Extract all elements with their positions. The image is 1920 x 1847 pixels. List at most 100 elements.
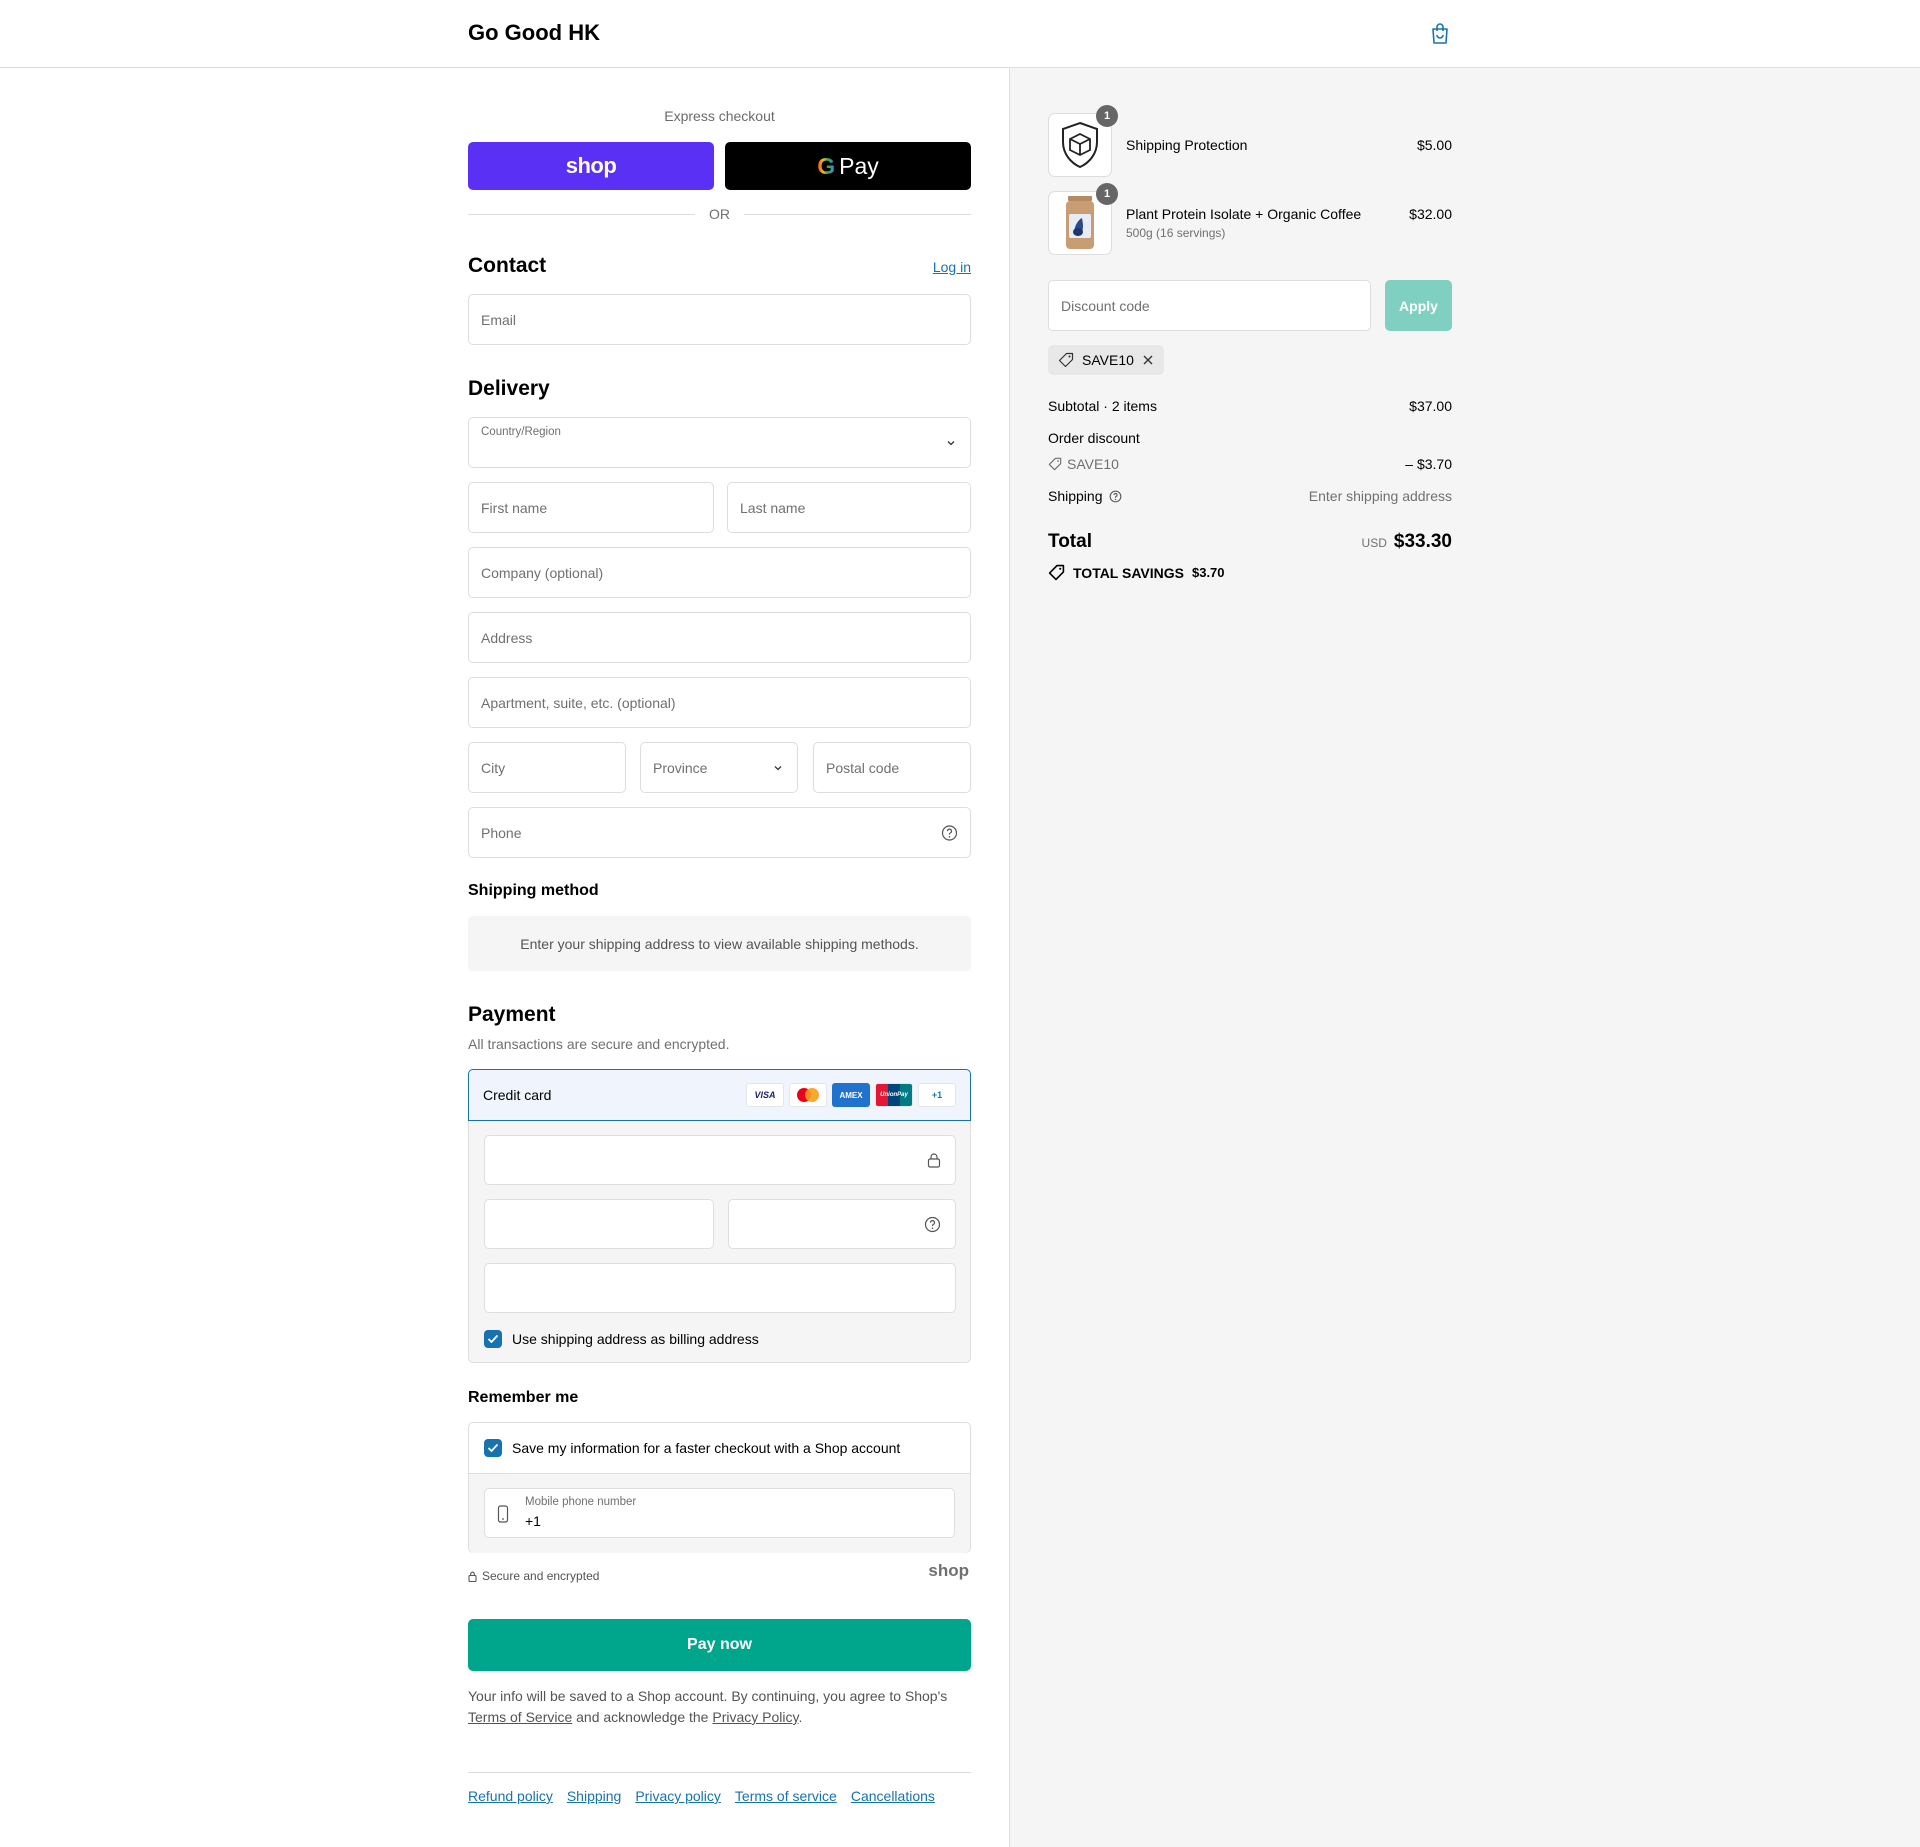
more-cards-badge: +1 — [918, 1083, 956, 1107]
refund-policy-link[interactable]: Refund policy — [468, 1788, 553, 1804]
express-checkout-title: Express checkout — [664, 108, 775, 124]
security-code-field[interactable] — [728, 1199, 956, 1249]
save-info-checkbox[interactable] — [484, 1439, 502, 1457]
tag-icon — [1048, 457, 1062, 471]
expiration-field[interactable] — [484, 1199, 714, 1249]
order-summary-panel — [1009, 68, 1920, 1847]
login-link[interactable]: Log in — [933, 259, 971, 275]
privacy-policy-footer-link[interactable]: Privacy policy — [635, 1788, 721, 1804]
header: Go Good HK — [0, 0, 1920, 68]
help-circle-icon[interactable] — [1109, 490, 1122, 503]
item-name: Shipping Protection — [1126, 137, 1248, 153]
shipping-label: Shipping — [1048, 488, 1103, 504]
discount-value: – $3.70 — [1405, 456, 1452, 472]
shop-account-section: Mobile phone number +1 — [469, 1473, 970, 1553]
delivery-title: Delivery — [468, 377, 550, 400]
contact-title: Contact — [468, 254, 547, 277]
last-name-field[interactable]: Last name — [727, 482, 971, 533]
discount-code-label: SAVE10 — [1067, 456, 1119, 472]
discount-code-row: SAVE10 – $3.70 — [1048, 456, 1452, 472]
amex-icon: AMEX — [832, 1083, 870, 1107]
shield-box-icon — [1062, 121, 1098, 169]
remember-me-box: Save my information for a faster checkou… — [468, 1422, 971, 1553]
credit-card-option[interactable]: Credit card VISA AMEX UnionPay +1 — [468, 1069, 971, 1121]
subtotal-label: Subtotal · 2 items — [1048, 398, 1157, 414]
help-circle-icon[interactable] — [941, 824, 958, 841]
billing-same-checkbox[interactable] — [484, 1330, 502, 1348]
province-select[interactable]: Province — [640, 742, 798, 793]
postal-code-field[interactable]: Postal code — [813, 742, 971, 793]
or-divider: OR — [468, 206, 971, 222]
shipping-method-title: Shipping method — [468, 882, 599, 899]
terms-of-service-link[interactable]: Terms of Service — [468, 1709, 572, 1725]
mastercard-icon — [789, 1083, 827, 1107]
help-circle-icon — [924, 1216, 941, 1233]
country-select[interactable]: Country/Region — [468, 417, 971, 468]
first-name-field[interactable]: First name — [468, 482, 714, 533]
line-item: 1 Shipping Protection $5.00 — [1048, 105, 1452, 177]
unionpay-icon: UnionPay — [875, 1083, 913, 1107]
google-pay-button[interactable]: G Pay — [725, 142, 971, 190]
remember-me-title: Remember me — [468, 1389, 579, 1406]
shipping-value: Enter shipping address — [1308, 488, 1452, 504]
applied-code-label: SAVE10 — [1082, 352, 1134, 368]
shipping-policy-link[interactable]: Shipping — [567, 1788, 622, 1804]
email-field[interactable]: Email — [468, 294, 971, 345]
phone-field[interactable]: Phone — [468, 807, 971, 858]
line-item: 1 Plant Protein Isolate + Organic Coffee… — [1048, 183, 1452, 255]
card-number-field[interactable] — [484, 1135, 956, 1185]
save-info-label: Save my information for a faster checkou… — [512, 1440, 901, 1456]
legal-text: Your info will be saved to a Shop accoun… — [468, 1688, 948, 1725]
lock-icon — [468, 1571, 477, 1582]
save-info-row[interactable]: Save my information for a faster checkou… — [484, 1439, 900, 1457]
cart-icon[interactable] — [1429, 22, 1451, 46]
mobile-phone-label: Mobile phone number — [525, 1496, 637, 1508]
shop-pay-label: shop — [565, 153, 617, 178]
shop-pay-button[interactable]: shop — [468, 142, 714, 190]
company-field[interactable]: Company (optional) — [468, 547, 971, 598]
item-price: $32.00 — [1409, 206, 1452, 222]
terms-of-service-footer-link[interactable]: Terms of service — [735, 1788, 837, 1804]
total-savings-label: TOTAL SAVINGS — [1073, 564, 1184, 581]
billing-same-label: Use shipping address as billing address — [512, 1331, 759, 1347]
item-name: Plant Protein Isolate + Organic Coffee — [1126, 206, 1362, 222]
tag-icon — [1048, 564, 1065, 581]
pay-now-button[interactable]: Pay now — [468, 1619, 971, 1671]
footer-divider — [468, 1772, 971, 1773]
order-discount-label: Order discount — [1048, 430, 1140, 446]
discount-code-field[interactable]: Discount code — [1048, 280, 1371, 331]
tag-icon — [1058, 352, 1074, 368]
billing-same-row[interactable]: Use shipping address as billing address — [484, 1330, 759, 1348]
quantity-badge: 1 — [1096, 105, 1118, 127]
google-g-icon: G — [817, 152, 836, 179]
city-field[interactable]: City — [468, 742, 626, 793]
currency-code: USD — [1361, 536, 1387, 550]
google-pay-label: Pay — [839, 152, 879, 179]
payment-title: Payment — [468, 1003, 556, 1026]
mobile-phone-field[interactable]: Mobile phone number +1 — [484, 1488, 955, 1538]
mobile-phone-value: +1 — [525, 1513, 541, 1529]
chevron-down-icon — [947, 440, 955, 445]
address-field[interactable]: Address — [468, 612, 971, 663]
credit-card-label: Credit card — [483, 1087, 552, 1103]
shipping-method-placeholder: Enter your shipping address to view avai… — [468, 916, 971, 971]
store-brand[interactable]: Go Good HK — [468, 20, 600, 46]
card-logos: VISA AMEX UnionPay +1 — [746, 1083, 956, 1107]
item-price: $5.00 — [1416, 137, 1452, 153]
apartment-field[interactable]: Apartment, suite, etc. (optional) — [468, 677, 971, 728]
total-label: Total — [1048, 531, 1092, 552]
name-on-card-field[interactable] — [484, 1263, 956, 1313]
apply-discount-button[interactable]: Apply — [1385, 280, 1452, 331]
quantity-badge: 1 — [1096, 183, 1118, 205]
privacy-policy-link[interactable]: Privacy Policy — [712, 1709, 798, 1725]
order-discount-row: Order discount — [1048, 430, 1452, 446]
close-icon[interactable] — [1142, 354, 1154, 366]
payment-subtitle: All transactions are secure and encrypte… — [468, 1036, 730, 1052]
mobile-phone-icon — [497, 1505, 509, 1523]
item-variant: 500g (16 servings) — [1126, 226, 1226, 240]
visa-icon: VISA — [746, 1083, 784, 1107]
total-value: $33.30 — [1393, 531, 1452, 552]
applied-discount-chip: SAVE10 — [1048, 345, 1164, 375]
cancellations-link[interactable]: Cancellations — [851, 1788, 935, 1804]
product-jar-image — [1066, 196, 1094, 249]
